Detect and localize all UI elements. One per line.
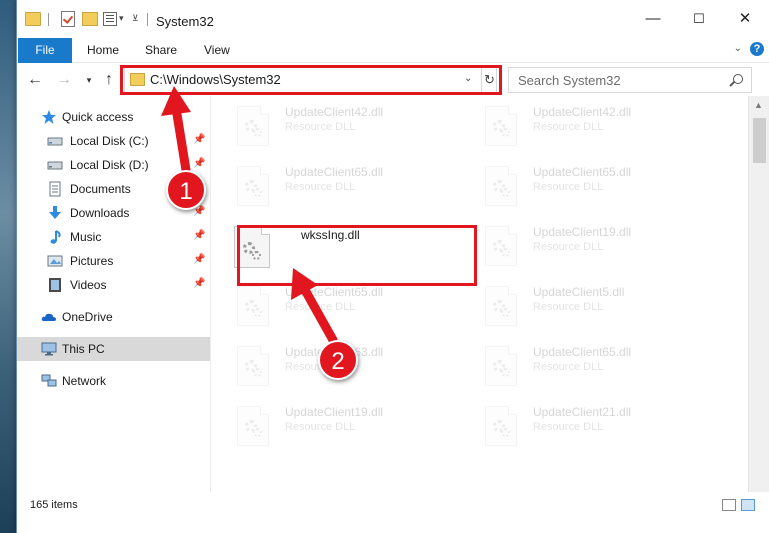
arrow-step-1 (161, 86, 191, 175)
arrow-step-2 (291, 268, 338, 345)
annotation-arrows (161, 86, 338, 345)
step-2-badge: 2 (318, 340, 358, 380)
step-1-badge: 1 (166, 170, 206, 210)
